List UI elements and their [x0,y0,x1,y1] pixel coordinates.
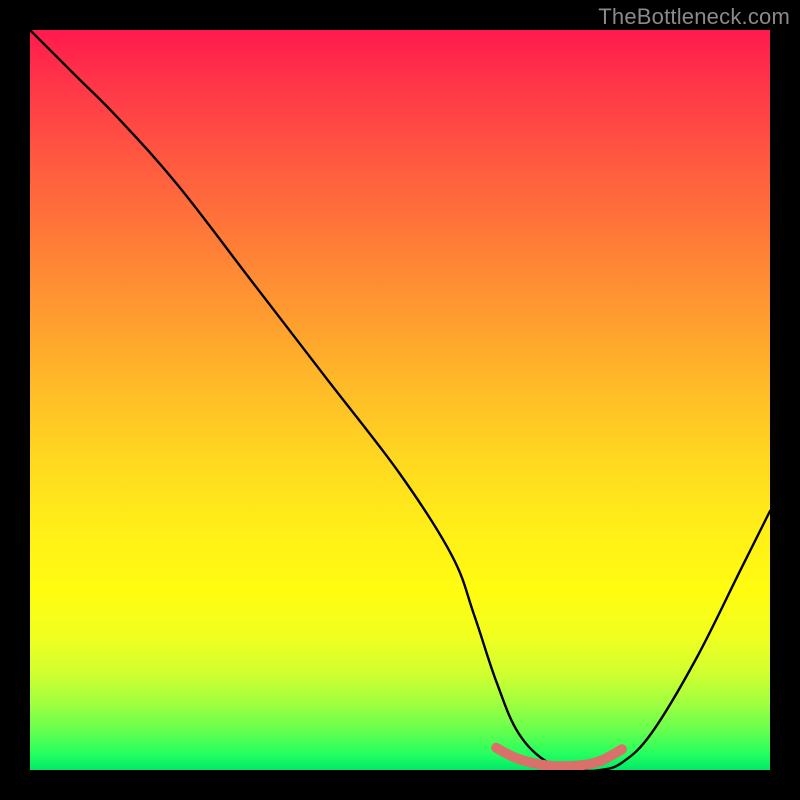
watermark-text: TheBottleneck.com [598,4,790,30]
bottleneck-curve [30,30,770,770]
plot-area [30,30,770,770]
curve-layer [30,30,770,770]
flat-zone-highlight [496,748,622,767]
chart-frame: TheBottleneck.com [0,0,800,800]
